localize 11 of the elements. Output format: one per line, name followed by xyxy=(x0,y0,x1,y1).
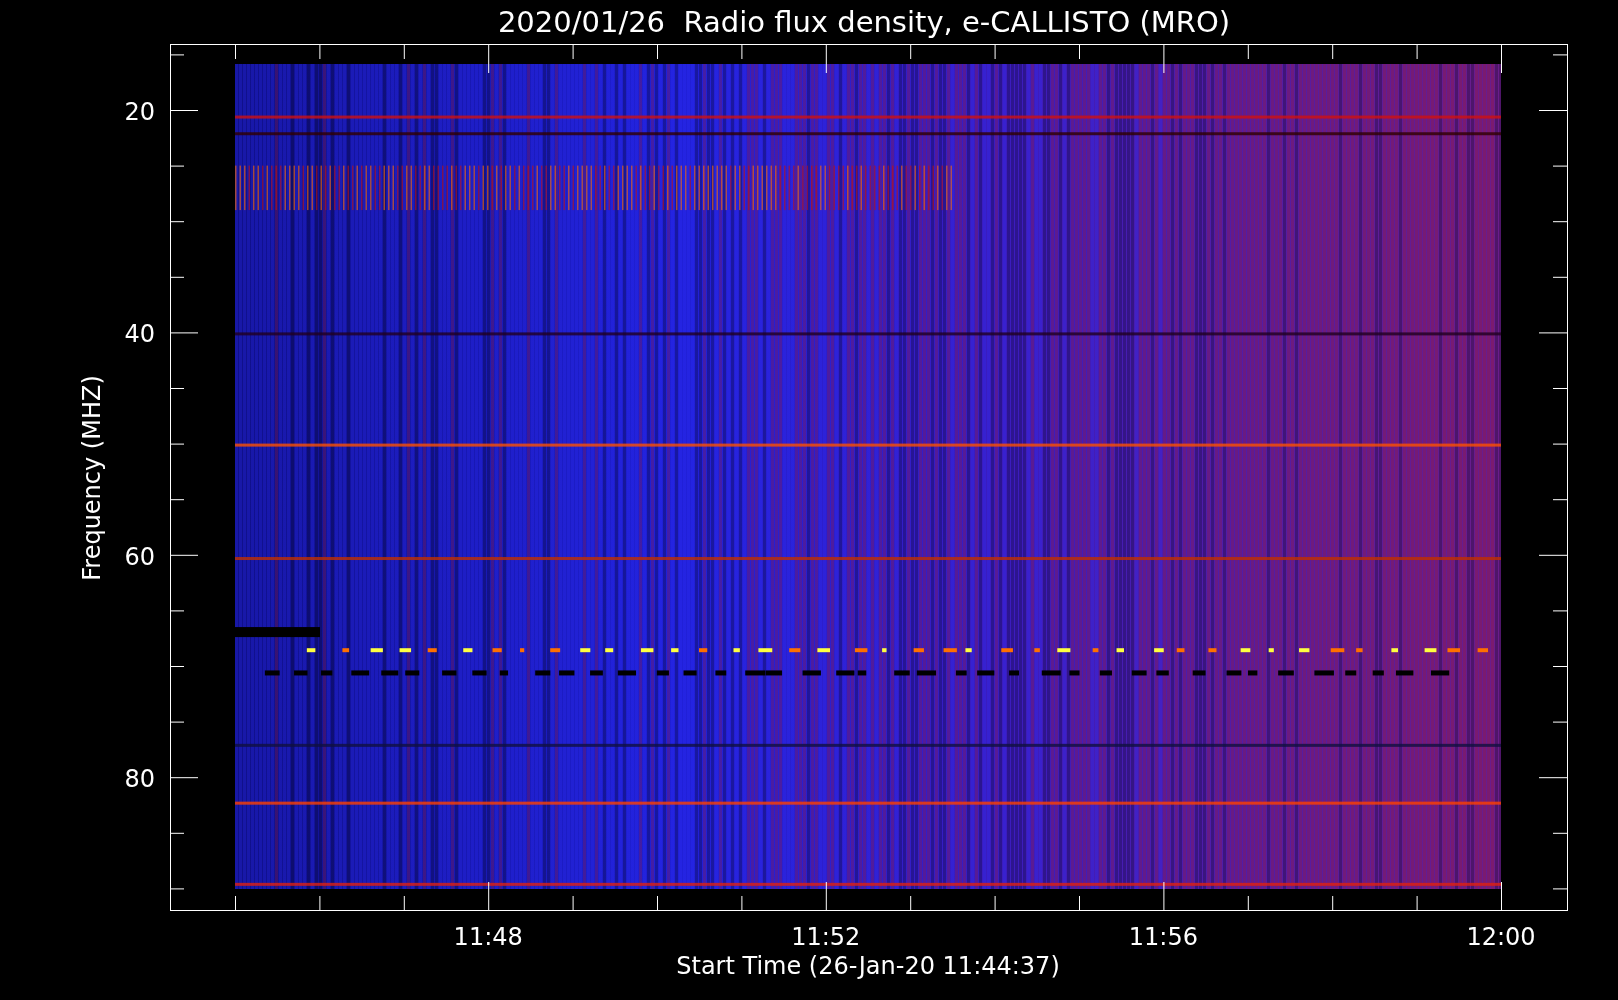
tick-label: 11:48 xyxy=(453,923,523,951)
tick-label: 60 xyxy=(124,542,155,571)
tick-label: 40 xyxy=(124,320,155,349)
tick-label: 20 xyxy=(124,98,155,126)
axis-title: Start Time (26-Jan-20 11:44:37) xyxy=(676,952,1060,980)
chart-title: 2020/01/26 Radio flux density, e-CALLISTO (MRO) xyxy=(497,5,1231,39)
axis-title: Frequency (MHZ) xyxy=(78,375,106,581)
tick-label: 11:56 xyxy=(1128,923,1198,951)
tick-label: 11:52 xyxy=(791,923,861,951)
tick-label: 80 xyxy=(124,765,155,794)
tick-label: 12:00 xyxy=(1466,923,1536,951)
